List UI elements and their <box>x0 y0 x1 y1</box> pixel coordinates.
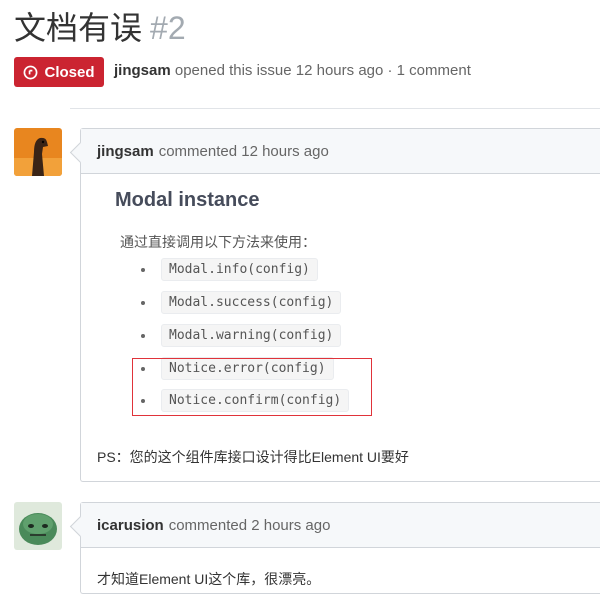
issue-closed-icon <box>24 65 38 79</box>
comment-author-link[interactable]: jingsam <box>97 143 154 160</box>
meerkat-avatar-icon <box>14 128 62 176</box>
embedded-section-title: Modal instance <box>115 189 260 211</box>
bullet-icon <box>141 267 145 272</box>
api-list-item: Modal.info(config) <box>141 258 318 281</box>
avatar-icarusion[interactable] <box>14 502 62 550</box>
red-highlight-box <box>132 358 372 416</box>
comment-body: PS：您的这个组件库接口设计得比Element UI要好 <box>97 449 409 465</box>
api-code: Modal.info(config) <box>161 258 318 281</box>
comment-jingsam: jingsam commented 12 hours ago Modal ins… <box>80 128 600 482</box>
issue-meta-text: opened this issue 12 hours ago · 1 comme… <box>174 62 471 79</box>
issue-meta: jingsam opened this issue 12 hours ago ·… <box>114 62 471 79</box>
status-label: Closed <box>44 63 95 81</box>
comment-icarusion: icarusion commented 2 hours ago 才知道Eleme… <box>80 502 600 594</box>
api-list-item: Modal.success(config) <box>141 291 342 314</box>
issue-title-text: 文档有误 <box>14 10 143 46</box>
issue-title: 文档有误 #2 <box>14 8 186 48</box>
bullet-icon <box>141 300 145 305</box>
comment-time[interactable]: commented 2 hours ago <box>169 517 331 534</box>
issue-number: #2 <box>150 10 186 46</box>
embedded-intro-text: 通过直接调用以下方法来使用： <box>120 234 316 250</box>
api-code: Modal.success(config) <box>161 291 342 314</box>
avatar-jingsam[interactable] <box>14 128 62 176</box>
comment-time[interactable]: commented 12 hours ago <box>159 143 329 160</box>
comment-header: icarusion commented 2 hours ago <box>81 503 600 548</box>
issue-author-link[interactable]: jingsam <box>114 62 171 79</box>
closed-status-badge: Closed <box>14 57 104 87</box>
green-monster-avatar-icon <box>14 502 62 550</box>
comment-header: jingsam commented 12 hours ago <box>81 129 600 174</box>
header-divider <box>70 108 600 109</box>
comment-body: 才知道Element UI这个库，很漂亮。 <box>97 571 321 587</box>
api-list-item: Modal.warning(config) <box>141 324 342 347</box>
api-code: Modal.warning(config) <box>161 324 342 347</box>
comment-author-link[interactable]: icarusion <box>97 517 164 534</box>
bullet-icon <box>141 333 145 338</box>
